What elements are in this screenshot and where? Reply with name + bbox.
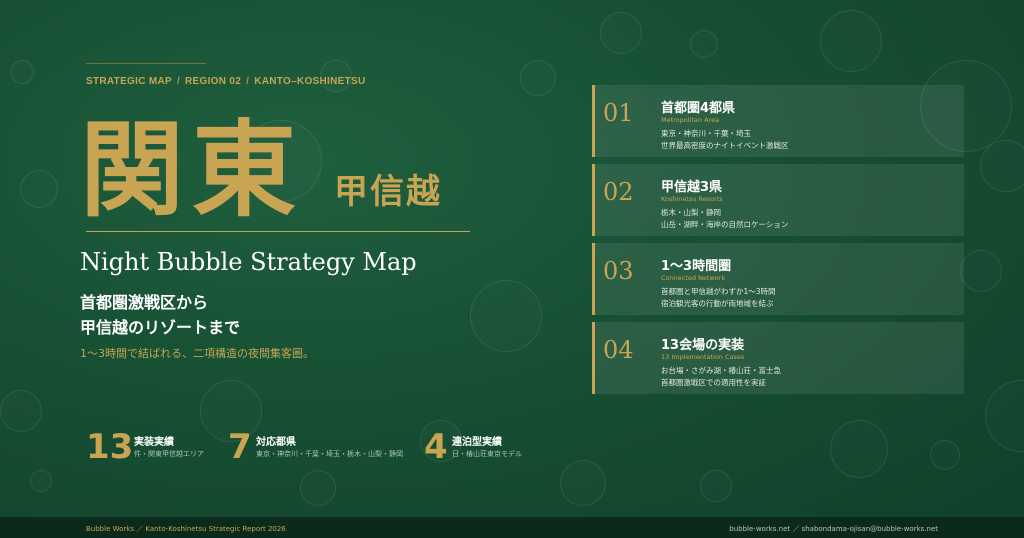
- footer-credit: Bubble Works ／ Kanto-Koshinetsu Strategi…: [86, 525, 286, 533]
- page-title: 関東: [80, 108, 305, 231]
- card-english: Connected Network: [661, 274, 726, 282]
- card-number: 01: [603, 99, 634, 127]
- page-subtitle: 甲信越: [334, 172, 442, 212]
- region-card: 02 甲信越3県 Koshinetsu Resorts 栃木・山梨・静岡 山岳・…: [592, 164, 964, 236]
- card-line-2: 首都圏激戦区での適用性を実証: [661, 378, 766, 387]
- stat-desc: 日・椿山荘東京モデル: [452, 450, 522, 458]
- footer: Bubble Works ／ Kanto-Koshinetsu Strategi…: [0, 517, 1024, 538]
- stat-desc: 東京・神奈川・千葉・埼玉・栃木・山梨・静岡: [256, 450, 403, 458]
- card-number: 03: [603, 257, 634, 285]
- card-line-1: 首都圏と甲信越がわずか1〜3時間: [661, 287, 776, 296]
- breadcrumb: STRATEGIC MAP / REGION 02 / KANTO–KOSHINETSU: [86, 76, 365, 87]
- card-english: Koshinetsu Resorts: [661, 195, 723, 203]
- card-line-1: 栃木・山梨・静岡: [661, 208, 721, 217]
- stat-label: 対応都県: [256, 437, 296, 448]
- breadcrumb-item: STRATEGIC MAP: [86, 76, 172, 87]
- stat-label: 連泊型実績: [452, 437, 502, 448]
- stat-number: 4: [424, 427, 448, 467]
- breadcrumb-separator: /: [246, 76, 250, 87]
- card-title: 13会場の実装: [661, 338, 745, 353]
- title-rule: [86, 231, 470, 232]
- card-title: 1〜3時間圏: [661, 259, 732, 274]
- card-number: 02: [603, 178, 634, 206]
- stat-number: 13: [86, 427, 134, 467]
- headline: 首都圏激戦区から 甲信越のリゾートまで: [80, 290, 240, 340]
- region-card: 04 13会場の実装 13 Implementation Cases お台場・さ…: [592, 322, 964, 394]
- subheading: 1〜3時間で結ばれる、二項構造の夜間集客圏。: [80, 347, 314, 360]
- card-number: 04: [603, 336, 634, 364]
- footer-contact[interactable]: bubble-works.net ／ shabondama-ojisan@bub…: [729, 524, 938, 534]
- stat-desc: 件・関東甲信越エリア: [134, 450, 204, 458]
- stat-number: 7: [228, 427, 252, 467]
- region-card: 03 1〜3時間圏 Connected Network 首都圏と甲信越がわずか1…: [592, 243, 964, 315]
- card-english: 13 Implementation Cases: [661, 353, 745, 361]
- card-line-2: 宿泊観光客の行動が両地域を結ぶ: [661, 299, 774, 308]
- stat-label: 実装実績: [134, 437, 174, 448]
- breadcrumb-separator: /: [176, 76, 181, 87]
- headline-line-2: 甲信越のリゾートまで: [80, 318, 241, 337]
- region-card: 01 首都圏4都県 Metropolitan Area 東京・神奈川・千葉・埼玉…: [592, 85, 964, 157]
- card-line-1: お台場・さがみ湖・椿山荘・富士急: [661, 366, 781, 375]
- card-line-2: 山岳・湖畔・海岸の自然ロケーション: [661, 220, 789, 229]
- card-title: 甲信越3県: [661, 180, 723, 195]
- breadcrumb-item: KANTO–KOSHINETSU: [254, 76, 366, 87]
- headline-line-1: 首都圏激戦区から: [80, 293, 209, 312]
- breadcrumb-item: REGION 02: [185, 76, 242, 87]
- card-english: Metropolitan Area: [661, 116, 720, 124]
- english-title: Night Bubble Strategy Map: [80, 248, 417, 276]
- card-title: 首都圏4都県: [661, 101, 736, 116]
- card-line-2: 世界最高密度のナイトイベント激戦区: [661, 141, 789, 150]
- breadcrumb-rule: [86, 63, 206, 64]
- card-line-1: 東京・神奈川・千葉・埼玉: [661, 129, 751, 138]
